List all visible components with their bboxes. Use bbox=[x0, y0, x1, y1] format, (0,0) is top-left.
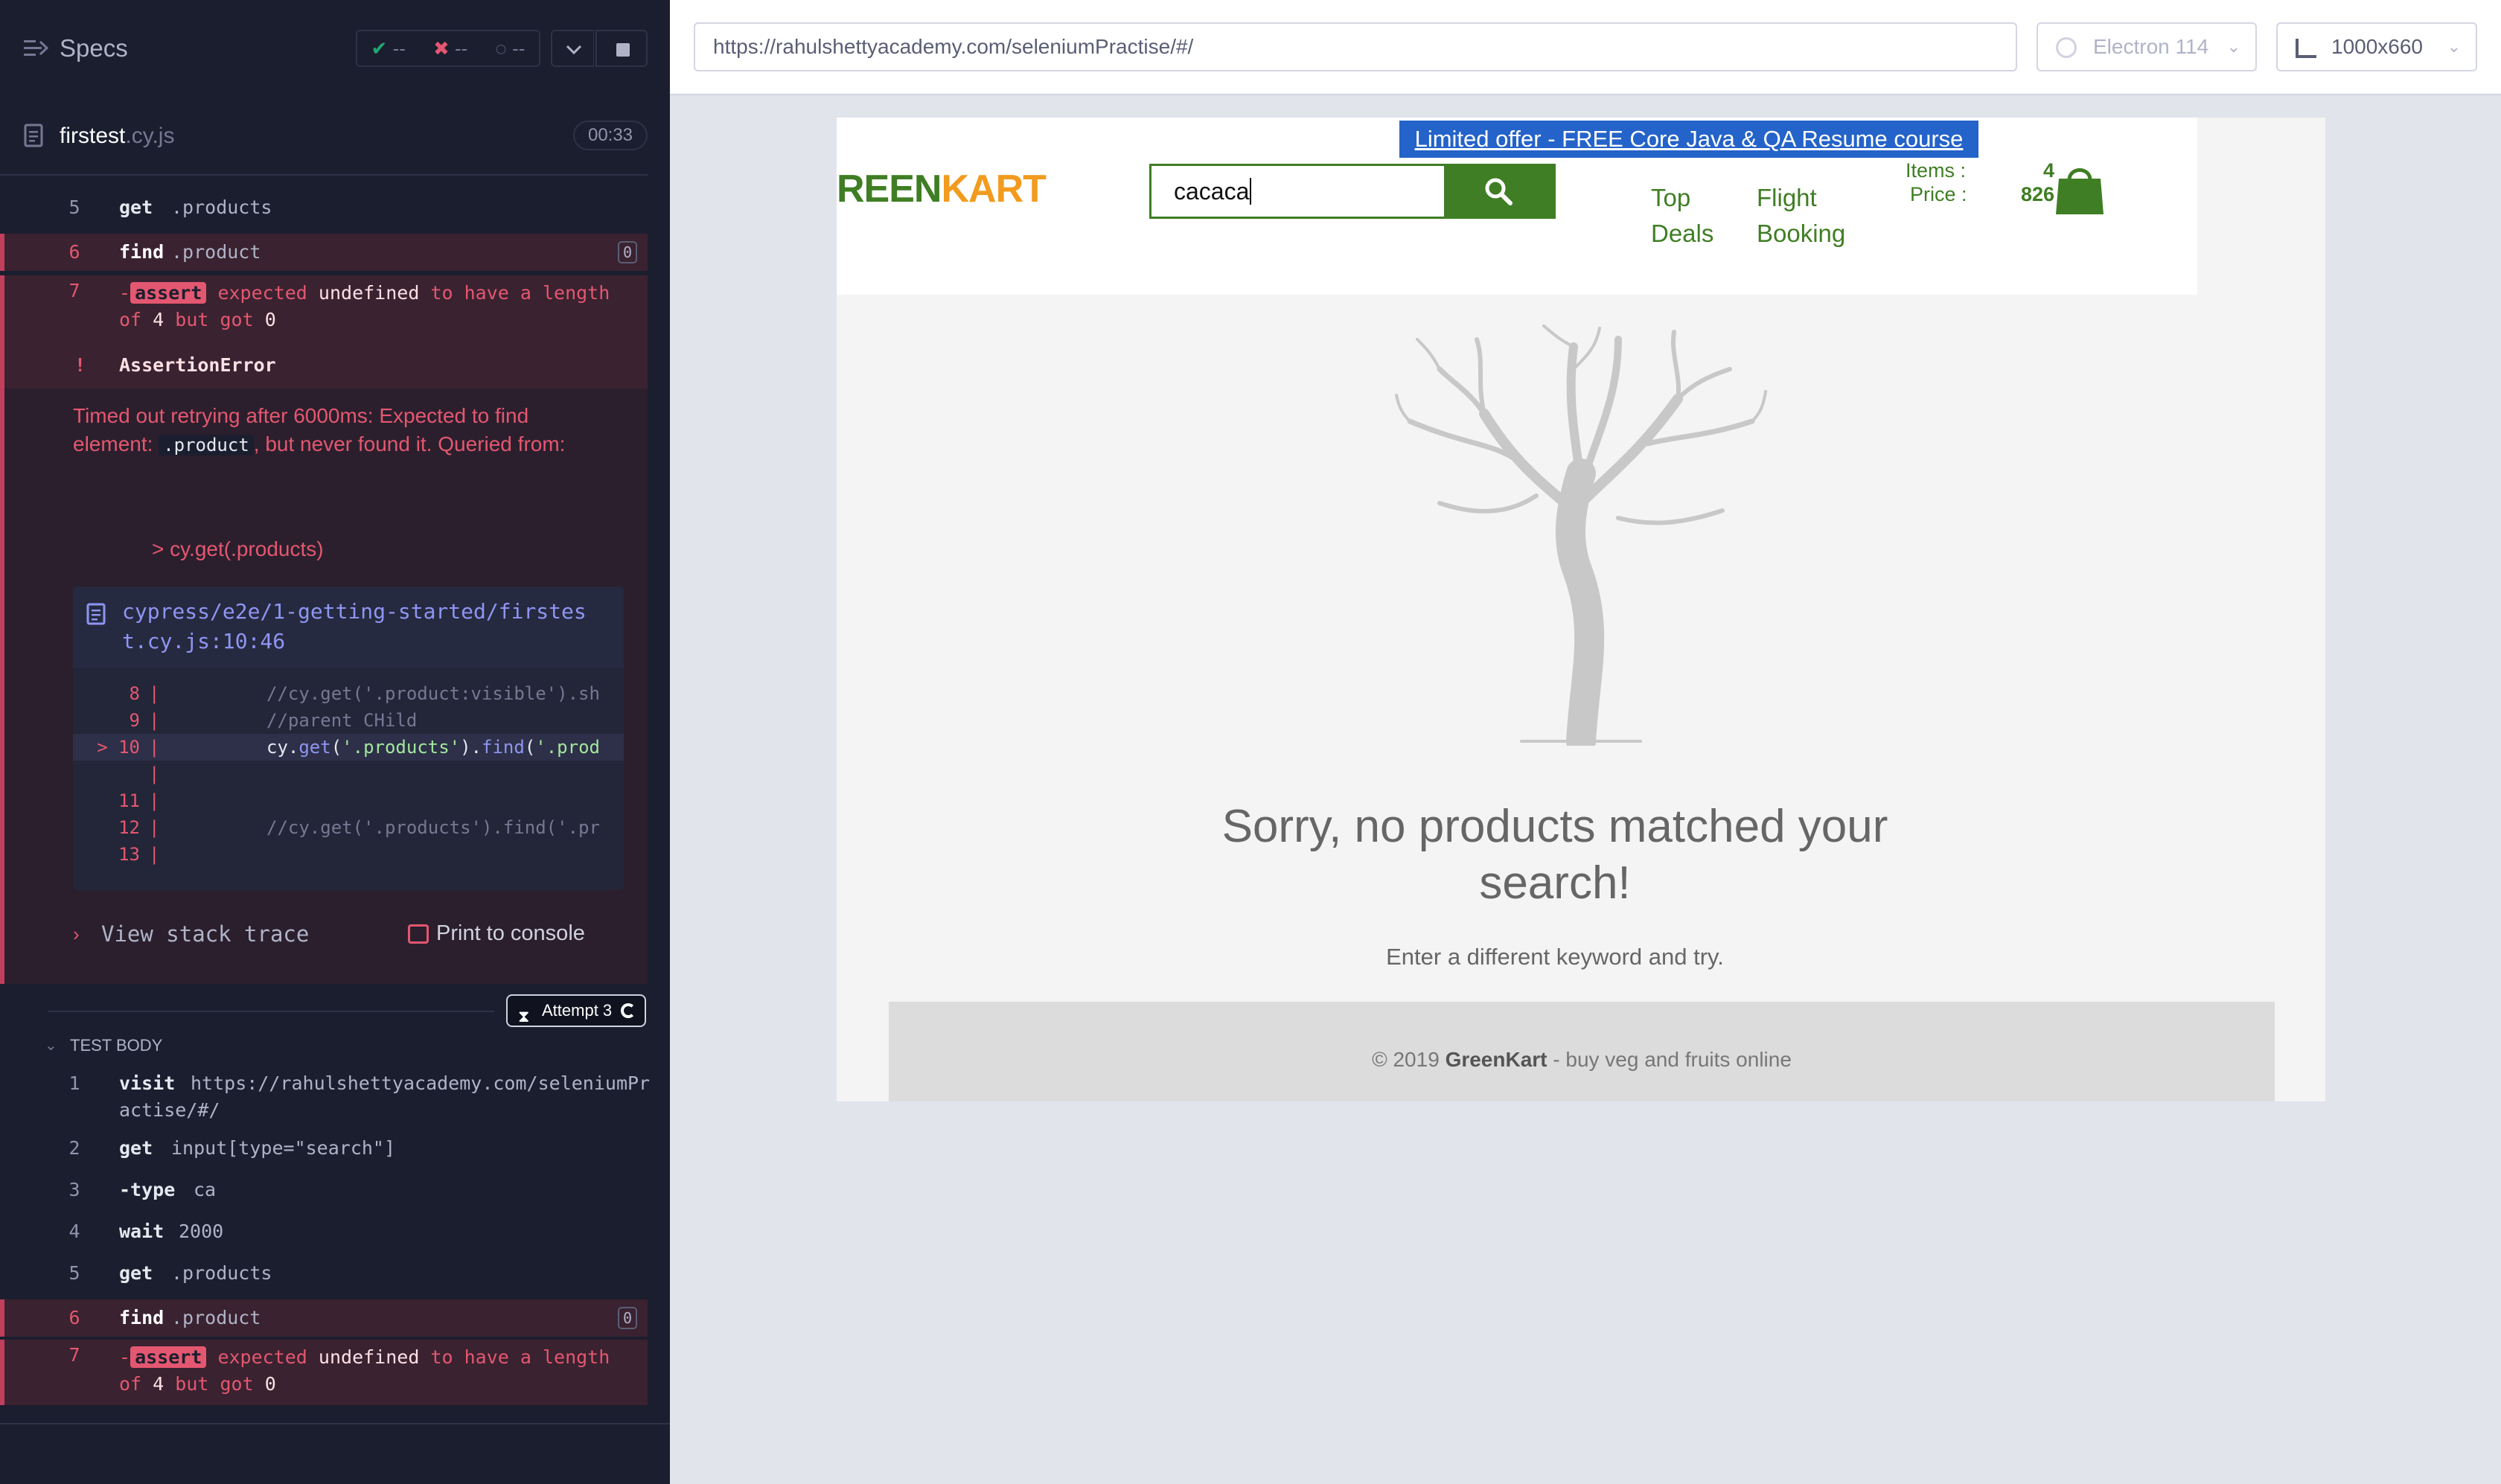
stats-summary: ✔ -- ✖ -- ◌ -- bbox=[356, 30, 540, 67]
element-count-badge: 0 bbox=[618, 1307, 637, 1329]
command-log-panel: Specs ✔ -- ✖ -- ◌ -- firstest.cy.js 00:3… bbox=[0, 0, 670, 1484]
code-frame-file-link[interactable]: cypress/e2e/1-getting-started/firstest.c… bbox=[73, 586, 624, 668]
assert-tag: assert bbox=[130, 282, 207, 304]
file-icon bbox=[24, 124, 43, 147]
code-line: 13 | bbox=[118, 844, 160, 865]
viewport-selector[interactable]: 1000x660 ⌄ bbox=[2276, 22, 2477, 71]
test-body-header[interactable]: TEST BODY bbox=[70, 1036, 162, 1055]
command-row[interactable]: 4 wait 2000 bbox=[0, 1221, 648, 1250]
error-query: > cy.get(.products) bbox=[152, 537, 324, 560]
command-row-failed[interactable]: 6 find .product 0 bbox=[0, 1299, 648, 1337]
failed-stat: ✖ -- bbox=[432, 36, 468, 60]
chevron-down-icon: ⌄ bbox=[2226, 37, 2240, 56]
nav-flight-booking[interactable]: Flight Booking bbox=[1757, 180, 1845, 252]
url-bar[interactable]: https://rahulshettyacademy.com/seleniumP… bbox=[694, 22, 2017, 71]
code-frame: cypress/e2e/1-getting-started/firstest.c… bbox=[73, 586, 624, 890]
price-total: 826 bbox=[2020, 183, 2054, 205]
error-name: AssertionError bbox=[119, 354, 276, 376]
specs-label[interactable]: Specs bbox=[60, 34, 128, 63]
items-count: 4 bbox=[2042, 159, 2054, 182]
chevron-down-icon: ⌄ bbox=[45, 1037, 57, 1054]
console-icon bbox=[408, 924, 429, 944]
code-line: 11 | bbox=[118, 790, 160, 811]
command-row[interactable]: 5 get .products bbox=[0, 196, 648, 226]
view-stack-trace-button[interactable]: View stack trace bbox=[101, 921, 309, 947]
chevron-right-icon: › bbox=[73, 923, 80, 945]
empty-state-subtitle: Enter a different keyword and try. bbox=[1386, 944, 1724, 970]
app-under-test: Limited offer - FREE Core Java & QA Resu… bbox=[837, 118, 2325, 1101]
search-icon bbox=[1485, 178, 1513, 205]
command-row[interactable]: 5 get .products bbox=[0, 1262, 648, 1292]
ruler-icon bbox=[2296, 39, 2316, 58]
assert-row-failed[interactable]: 7 - assert expected undefined to have a l… bbox=[0, 275, 648, 341]
collapse-all-button[interactable] bbox=[551, 30, 594, 67]
bare-tree-illustration bbox=[1395, 324, 1767, 746]
spinner-icon bbox=[621, 1003, 636, 1018]
error-panel: ! AssertionError Timed out retrying afte… bbox=[0, 341, 648, 984]
passed-stat: ✔ -- bbox=[371, 36, 406, 60]
promo-link[interactable]: Limited offer - FREE Core Java & QA Resu… bbox=[1399, 121, 1978, 158]
cart-bag-icon[interactable] bbox=[2054, 162, 2105, 216]
nav-top-deals[interactable]: Top Deals bbox=[1651, 180, 1713, 252]
hourglass-icon: ⧗ bbox=[518, 1007, 530, 1026]
assert-row-failed[interactable]: 7 - assert expected undefined to have a l… bbox=[0, 1340, 648, 1405]
stop-button[interactable] bbox=[595, 30, 648, 67]
spec-duration: 00:33 bbox=[573, 121, 648, 150]
error-message: Timed out retrying after 6000ms: Expecte… bbox=[73, 404, 566, 455]
divider bbox=[0, 1423, 670, 1424]
specs-header: Specs ✔ -- ✖ -- ◌ -- bbox=[0, 0, 670, 97]
greenkart-header: Limited offer - FREE Core Java & QA Resu… bbox=[837, 118, 2197, 295]
aut-toolbar: https://rahulshettyacademy.com/seleniumP… bbox=[670, 0, 2501, 95]
pending-icon: ◌ bbox=[495, 36, 507, 60]
file-icon bbox=[86, 603, 106, 625]
spec-file-header: firstest.cy.js 00:33 bbox=[0, 112, 648, 176]
search-button[interactable] bbox=[1444, 164, 1556, 219]
command-row[interactable]: 3 -type ca bbox=[0, 1179, 648, 1209]
aut-panel: https://rahulshettyacademy.com/seleniumP… bbox=[670, 0, 2501, 1484]
code-line: 12 |//cy.get('.products').find('.pr bbox=[118, 817, 600, 838]
browser-selector[interactable]: Electron 114 ⌄ bbox=[2037, 22, 2257, 71]
cross-icon: ✖ bbox=[432, 36, 450, 60]
error-icon: ! bbox=[74, 354, 86, 376]
check-icon: ✔ bbox=[371, 36, 388, 60]
specs-menu-icon[interactable] bbox=[24, 37, 49, 60]
command-row[interactable]: 1 visit https://rahulshettyacademy.com/s… bbox=[0, 1070, 650, 1130]
code-line-current: > 10 | cy.get('.products').find('.prod bbox=[73, 734, 624, 761]
command-row-failed[interactable]: 6 find .product 0 bbox=[0, 234, 648, 271]
chevron-down-icon: ⌄ bbox=[2447, 37, 2461, 56]
print-to-console-button[interactable]: Print to console bbox=[436, 921, 585, 946]
attempt-tag[interactable]: ⧗ Attempt 3 bbox=[506, 994, 646, 1027]
code-line: 9 |//parent CHild bbox=[129, 710, 418, 731]
code-line: 8 |//cy.get('.product:visible').sh bbox=[129, 683, 600, 704]
electron-icon bbox=[2056, 37, 2077, 58]
site-footer: © 2019 GreenKart - buy veg and fruits on… bbox=[889, 1002, 2275, 1101]
assert-tag: assert bbox=[130, 1346, 207, 1368]
brand-logo[interactable]: REENKART bbox=[837, 167, 1047, 211]
spec-file-name[interactable]: firstest.cy.js bbox=[60, 124, 174, 149]
search-input[interactable]: cacaca bbox=[1149, 164, 1447, 219]
chevron-down-icon bbox=[566, 45, 582, 55]
code-line: | bbox=[149, 764, 160, 784]
empty-state-title: Sorry, no products matched your search! bbox=[1221, 801, 1888, 909]
pending-stat: ◌ -- bbox=[495, 36, 526, 60]
element-count-badge: 0 bbox=[618, 241, 637, 263]
error-header: ! AssertionError bbox=[4, 341, 648, 388]
stop-icon bbox=[616, 43, 630, 57]
divider bbox=[48, 1011, 494, 1012]
command-row[interactable]: 2 get input[type="search"] bbox=[0, 1137, 648, 1167]
